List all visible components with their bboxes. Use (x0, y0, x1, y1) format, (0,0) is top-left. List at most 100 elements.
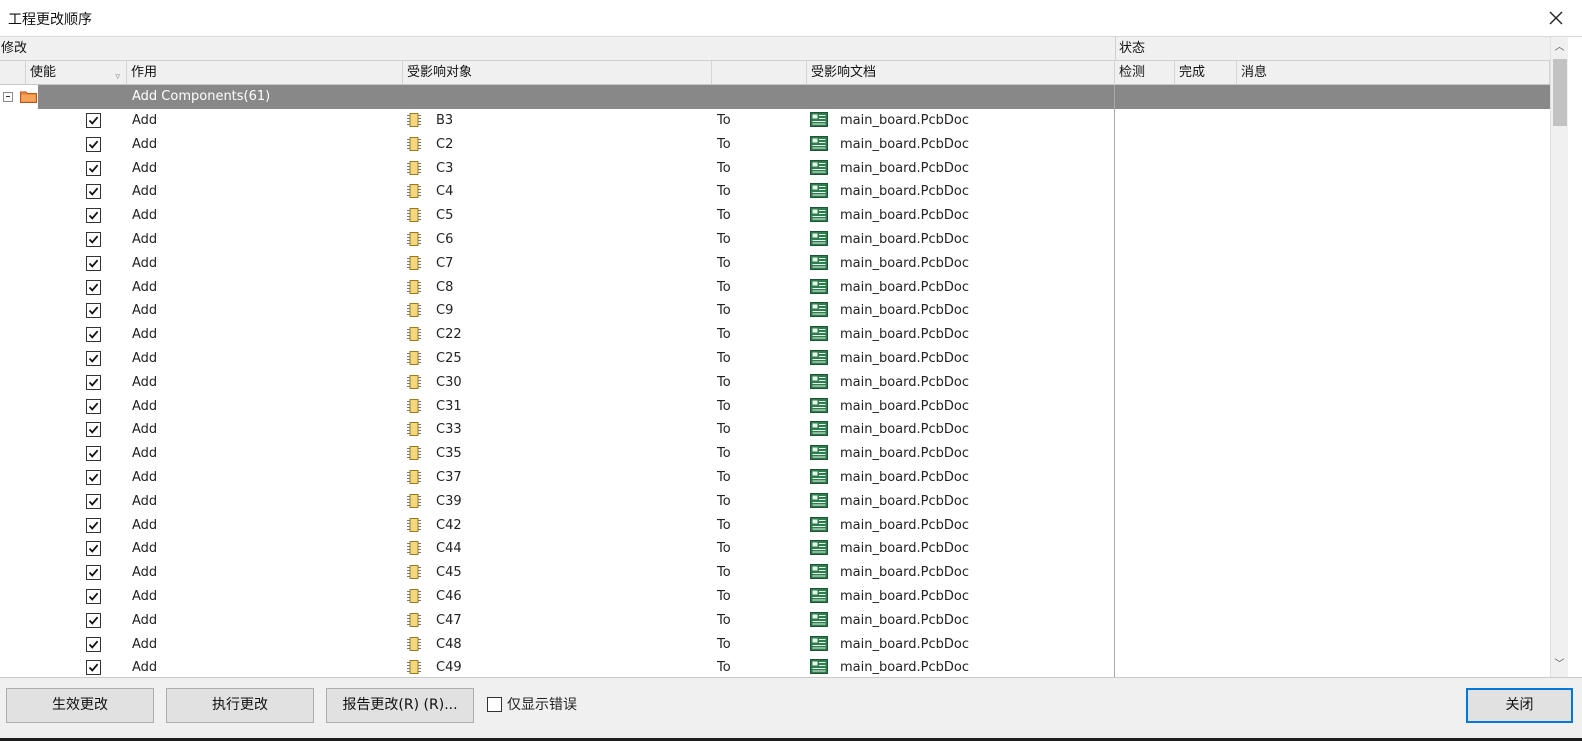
component-icon (406, 564, 422, 580)
column-header-message[interactable]: 消息 (1237, 61, 1550, 85)
enable-checkbox[interactable] (86, 231, 101, 247)
enable-checkbox[interactable] (86, 113, 101, 128)
enable-checkbox[interactable] (86, 493, 101, 509)
table-row[interactable]: Add C4 To main_board.PcbDoc (0, 180, 1115, 204)
enable-checkbox[interactable] (86, 255, 101, 271)
table-row[interactable]: Add C42 To main_board.PcbDoc (0, 514, 1115, 538)
to-cell: To (717, 588, 731, 604)
to-cell: To (717, 184, 731, 200)
affected-object-cell: C22 (436, 327, 462, 343)
column-header-affected-doc[interactable]: 受影响文档 (807, 61, 1115, 85)
collapse-icon[interactable] (3, 92, 13, 102)
table-row[interactable]: Add C22 To main_board.PcbDoc (0, 323, 1115, 347)
to-cell: To (717, 350, 731, 366)
button-bar: 生效更改 执行更改 报告更改(R) (R)... 仅显示错误 关闭 (0, 677, 1582, 741)
table-row[interactable]: Add C47 To main_board.PcbDoc (0, 609, 1115, 633)
scroll-up-icon[interactable]: ︿ (1551, 39, 1568, 56)
enable-checkbox[interactable] (86, 160, 101, 176)
table-row[interactable]: Add C9 To main_board.PcbDoc (0, 299, 1115, 323)
enable-checkbox[interactable] (86, 636, 101, 652)
table-row[interactable]: Add C25 To main_board.PcbDoc (0, 347, 1115, 371)
affected-doc-cell: main_board.PcbDoc (840, 612, 970, 628)
execute-changes-button[interactable]: 执行更改 (166, 688, 314, 723)
enable-checkbox[interactable] (86, 469, 101, 485)
pcb-document-icon (810, 540, 828, 556)
enable-checkbox[interactable] (86, 446, 101, 462)
to-cell: To (717, 327, 731, 343)
report-changes-button[interactable]: 报告更改(R) (R)... (326, 688, 474, 723)
enable-checkbox[interactable] (86, 136, 101, 152)
column-header-done[interactable]: 完成 (1175, 61, 1237, 85)
affected-doc-cell: main_board.PcbDoc (840, 136, 970, 152)
table-row[interactable]: Add C31 To main_board.PcbDoc (0, 395, 1115, 419)
table-row[interactable]: Add C39 To main_board.PcbDoc (0, 490, 1115, 514)
enable-checkbox[interactable] (86, 303, 101, 319)
pcb-document-icon (810, 468, 828, 484)
component-icon (406, 445, 422, 461)
affected-doc-cell: main_board.PcbDoc (840, 541, 970, 557)
pcb-document-icon (810, 516, 828, 532)
errors-only-checkbox[interactable] (487, 697, 502, 712)
action-cell: Add (132, 350, 158, 366)
table-row[interactable]: Add C44 To main_board.PcbDoc (0, 537, 1115, 561)
enable-checkbox[interactable] (86, 184, 101, 200)
table-row[interactable]: Add C46 To main_board.PcbDoc (0, 585, 1115, 609)
affected-object-cell: C33 (436, 422, 462, 438)
action-cell: Add (132, 446, 158, 462)
validate-changes-button[interactable]: 生效更改 (6, 688, 154, 723)
pcb-document-icon (810, 564, 828, 580)
pcb-document-icon (810, 611, 828, 627)
affected-object-cell: C9 (436, 303, 454, 319)
enable-checkbox[interactable] (86, 279, 101, 295)
close-button[interactable]: 关闭 (1466, 688, 1573, 723)
column-header-action[interactable]: 作用 (127, 61, 403, 85)
group-row-add-components[interactable]: Add Components(61) (0, 85, 1568, 109)
enable-checkbox[interactable] (86, 398, 101, 414)
scroll-down-icon[interactable]: ﹀ (1551, 656, 1568, 673)
affected-doc-cell: main_board.PcbDoc (840, 208, 970, 224)
enable-checkbox[interactable] (86, 422, 101, 438)
action-cell: Add (132, 279, 158, 295)
table-row[interactable]: Add C45 To main_board.PcbDoc (0, 561, 1115, 585)
to-cell: To (717, 255, 731, 271)
table-row[interactable]: Add C30 To main_board.PcbDoc (0, 371, 1115, 395)
change-rows: Add B3 To main_board.PcbDoc Add C2 To ma… (0, 109, 1115, 677)
table-row[interactable]: Add C48 To main_board.PcbDoc (0, 633, 1115, 657)
enable-checkbox[interactable] (86, 327, 101, 343)
close-icon[interactable] (1544, 6, 1568, 30)
to-cell: To (717, 469, 731, 485)
table-row[interactable]: Add C7 To main_board.PcbDoc (0, 252, 1115, 276)
table-row[interactable]: Add C6 To main_board.PcbDoc (0, 228, 1115, 252)
pcb-document-icon (810, 659, 828, 675)
table-row[interactable]: Add C35 To main_board.PcbDoc (0, 442, 1115, 466)
column-header-enable[interactable]: 使能 ▿ (26, 61, 127, 85)
enable-checkbox[interactable] (86, 541, 101, 557)
pcb-document-icon (810, 302, 828, 318)
scrollbar-thumb[interactable] (1553, 59, 1567, 126)
affected-doc-cell: main_board.PcbDoc (840, 517, 970, 533)
enable-checkbox[interactable] (86, 612, 101, 628)
enable-checkbox[interactable] (86, 517, 101, 533)
enable-checkbox[interactable] (86, 660, 101, 676)
component-icon (406, 659, 422, 675)
table-row[interactable]: Add B3 To main_board.PcbDoc (0, 109, 1115, 133)
column-header-check[interactable]: 检测 (1115, 61, 1175, 85)
column-header-affected-object[interactable]: 受影响对象 (403, 61, 712, 85)
column-header-to[interactable] (712, 61, 807, 85)
enable-checkbox[interactable] (86, 350, 101, 366)
table-row[interactable]: Add C49 To main_board.PcbDoc (0, 656, 1115, 677)
to-cell: To (717, 660, 731, 676)
table-row[interactable]: Add C37 To main_board.PcbDoc (0, 466, 1115, 490)
action-cell: Add (132, 136, 158, 152)
affected-object-cell: C47 (436, 612, 462, 628)
enable-checkbox[interactable] (86, 208, 101, 224)
table-row[interactable]: Add C8 To main_board.PcbDoc (0, 276, 1115, 300)
table-row[interactable]: Add C3 To main_board.PcbDoc (0, 157, 1115, 181)
enable-checkbox[interactable] (86, 565, 101, 581)
table-row[interactable]: Add C5 To main_board.PcbDoc (0, 204, 1115, 228)
table-row[interactable]: Add C33 To main_board.PcbDoc (0, 418, 1115, 442)
vertical-scrollbar[interactable]: ︿ ﹀ (1550, 37, 1568, 677)
enable-checkbox[interactable] (86, 588, 101, 604)
table-row[interactable]: Add C2 To main_board.PcbDoc (0, 133, 1115, 157)
enable-checkbox[interactable] (86, 374, 101, 390)
